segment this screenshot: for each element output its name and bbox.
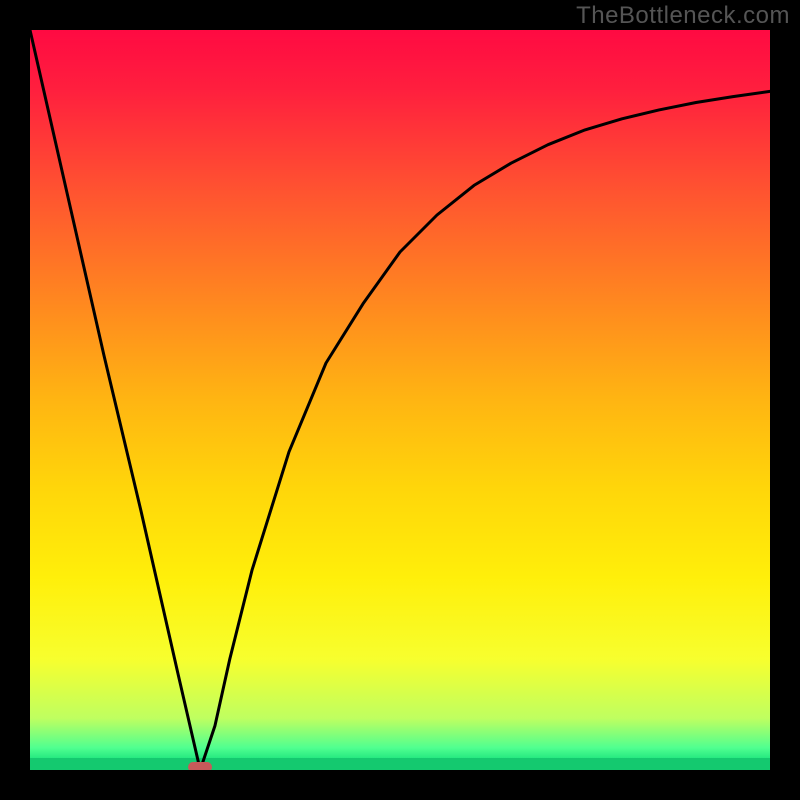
chart-frame: TheBottleneck.com (0, 0, 800, 800)
minimum-marker-icon (188, 762, 212, 770)
watermark-text: TheBottleneck.com (576, 2, 790, 30)
plot-area (30, 30, 770, 770)
bottleneck-curve (30, 30, 770, 770)
